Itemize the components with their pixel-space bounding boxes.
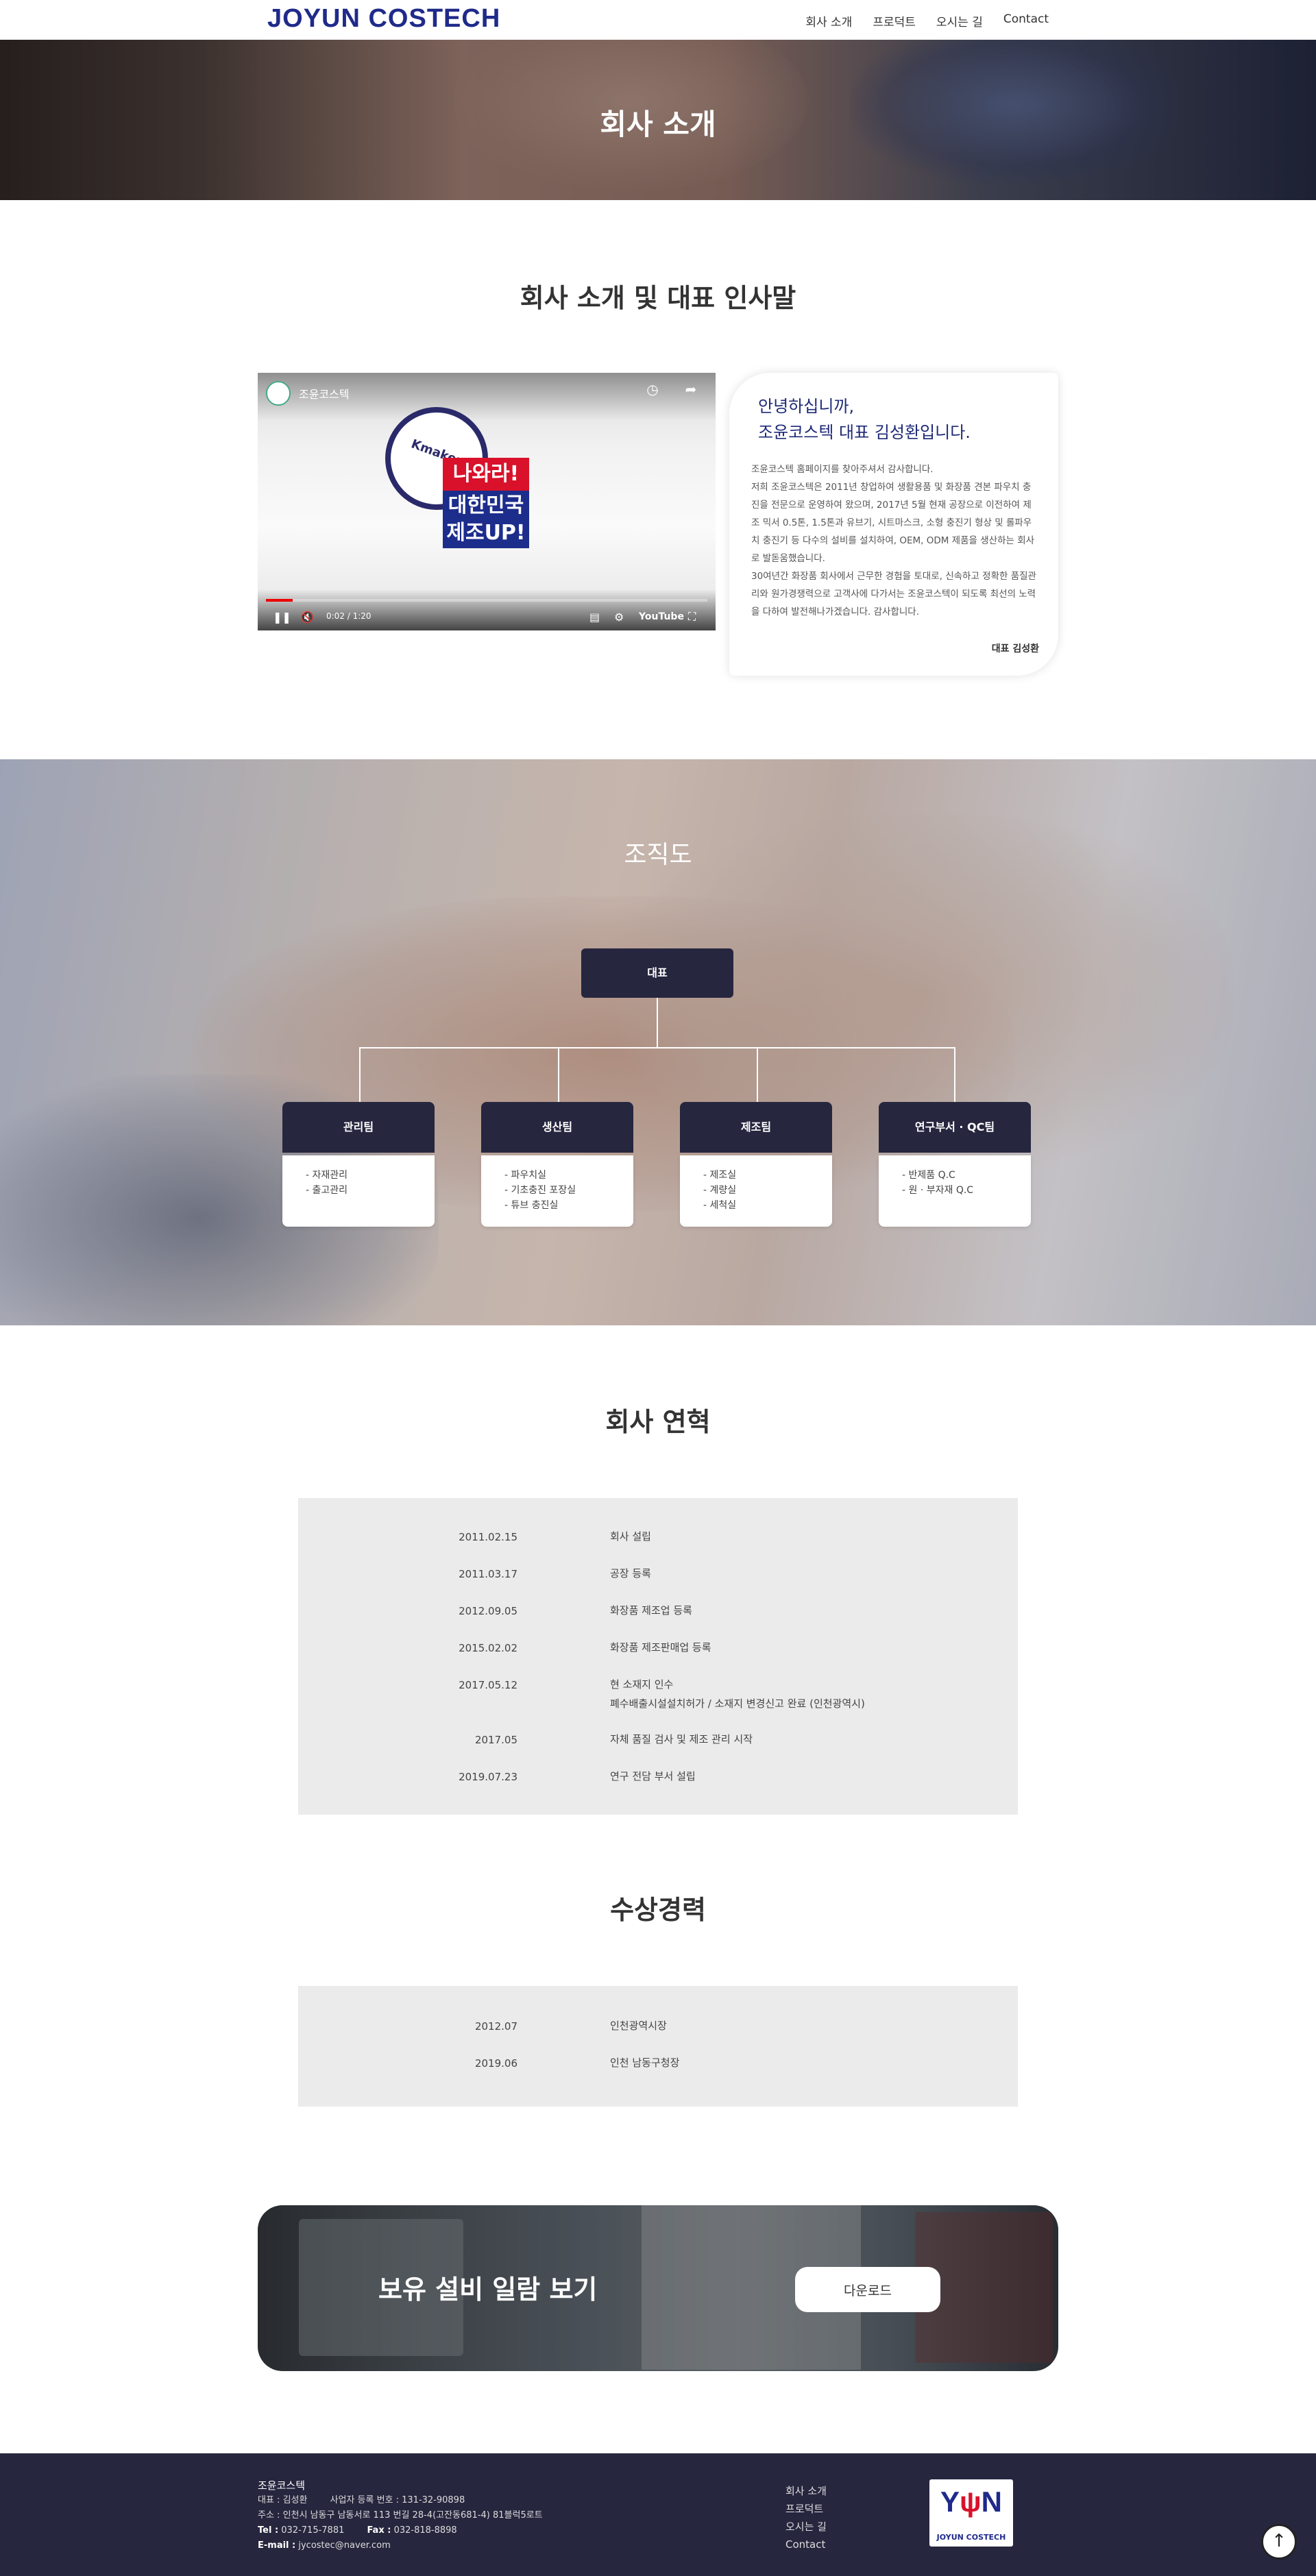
nav-about[interactable]: 회사 소개 xyxy=(805,12,852,29)
fullscreen-icon[interactable]: ⛶ xyxy=(688,610,696,624)
video-title[interactable]: 조윤코스텍 xyxy=(299,385,350,402)
video-controls xyxy=(258,589,716,630)
org-chart-section: 조직도 대표 관리팀 - 자재관리 - 출고관리 생산팀 - 파우치실 - 기초… xyxy=(0,759,1316,1325)
intro-section-title: 회사 소개 및 대표 인사말 xyxy=(520,283,796,313)
greeting-paragraph-2: 저희 조윤코스텍은 2011년 창업하여 생활용품 및 화장품 견본 파우치 충… xyxy=(751,482,1035,564)
youtube-logo[interactable]: YouTube xyxy=(639,611,684,622)
greeting-paragraph-1: 조윤코스텍 홈페이지를 찾아주셔서 감사합니다. xyxy=(751,464,934,475)
footer-nav-directions[interactable]: 오시는 길 xyxy=(785,2518,827,2536)
main-nav: 회사 소개 프로덕트 오시는 길 Contact xyxy=(805,12,1049,29)
greeting-signature: 대표 김성환 xyxy=(991,643,1039,654)
awards-panel: 2012.07 인천광역시장 2019.06 인천 남동구청장 xyxy=(298,1986,1018,2107)
video-time: 0:02 / 1:20 xyxy=(326,611,371,621)
footer-company-info: 조윤코스텍 대표 : 김성환 사업자 등록 번호 : 131-32-90898 … xyxy=(258,2478,543,2553)
video-badge-blue: 대한민국 제조UP! xyxy=(443,491,529,548)
pause-icon[interactable]: ❚❚ xyxy=(273,611,291,624)
ceo-greeting-card: 안녕하십니까, 조윤코스텍 대표 김성환입니다. 조윤코스텍 홈페이지를 찾아주… xyxy=(729,373,1058,676)
site-footer: 조윤코스텍 대표 : 김성환 사업자 등록 번호 : 131-32-90898 … xyxy=(0,2453,1316,2576)
footer-email: E-mail : jycostec@naver.com xyxy=(258,2540,391,2551)
footer-nav-products[interactable]: 프로덕트 xyxy=(785,2500,827,2518)
org-team-management: 관리팀 xyxy=(282,1102,435,1153)
org-team-research-qc-duties: - 반제품 Q.C - 원 · 부자재 Q.C xyxy=(879,1155,1031,1227)
equipment-banner: 보유 설비 일람 보기 다운로드 xyxy=(258,2205,1058,2371)
org-team-production: 생산팀 xyxy=(481,1102,633,1153)
site-header: JOYUN COSTECH 회사 소개 프로덕트 오시는 길 Contact xyxy=(0,0,1316,40)
scroll-to-top-icon[interactable]: ↑ xyxy=(1261,2524,1297,2560)
mute-icon[interactable]: 🔇 xyxy=(300,611,314,624)
site-logo[interactable]: JOYUN COSTECH xyxy=(267,4,500,34)
video-badge-red: 나와라! xyxy=(443,458,529,491)
org-team-manufacturing-duties: - 제조실 - 계량실 - 세척실 xyxy=(680,1155,832,1227)
hero-title: 회사 소개 xyxy=(600,108,716,141)
footer-nav-about[interactable]: 회사 소개 xyxy=(785,2482,827,2500)
org-team-production-duties: - 파우치실 - 기초충진 포장실 - 튜브 충진실 xyxy=(481,1155,633,1227)
org-team-research-qc: 연구부서 · QC팀 xyxy=(879,1102,1031,1153)
nav-products[interactable]: 프로덕트 xyxy=(873,12,916,29)
org-ceo-box: 대표 xyxy=(581,948,733,998)
org-team-manufacturing: 제조팀 xyxy=(680,1102,832,1153)
channel-avatar[interactable] xyxy=(266,381,291,406)
youtube-video-player[interactable]: 조윤코스텍 ◷ ➦ Kmaker 나와라! 대한민국 제조UP! ❚❚ 🔇 0:… xyxy=(258,373,716,630)
equipment-banner-title: 보유 설비 일람 보기 xyxy=(378,2274,598,2305)
org-team-management-duties: - 자재관리 - 출고관리 xyxy=(282,1155,435,1227)
org-chart-title: 조직도 xyxy=(624,841,692,869)
greeting-paragraph-3: 30여년간 화장품 회사에서 근무한 경험을 토대로, 신속하고 정확한 품질관… xyxy=(751,571,1036,617)
greeting-heading: 안녕하십니까, 조윤코스텍 대표 김성환입니다. xyxy=(758,397,971,442)
history-panel: 2011.02.15 회사 설립 2011.03.17 공장 등록 2012.0… xyxy=(298,1498,1018,1815)
nav-contact[interactable]: Contact xyxy=(1003,12,1049,29)
captions-icon[interactable]: ▤ xyxy=(589,611,600,624)
settings-icon[interactable]: ⚙ xyxy=(614,611,624,624)
footer-ceo-bizno: 대표 : 김성환 사업자 등록 번호 : 131-32-90898 xyxy=(258,2495,465,2505)
footer-logo: YψN JOYUN COSTECH xyxy=(929,2479,1013,2547)
download-button[interactable]: 다운로드 xyxy=(795,2267,940,2312)
footer-tel-fax: Tel : 032-715-7881 Fax : 032-818-8898 xyxy=(258,2525,457,2536)
nav-directions[interactable]: 오시는 길 xyxy=(936,12,983,29)
history-section-title: 회사 연혁 xyxy=(605,1407,711,1437)
hero-banner: 회사 소개 xyxy=(0,40,1316,200)
footer-address: 주소 : 인천시 남동구 남동서로 113 번길 28-4(고잔동681-4) … xyxy=(258,2510,543,2520)
video-progress-bar[interactable] xyxy=(266,599,707,602)
awards-section-title: 수상경력 xyxy=(610,1895,706,1925)
footer-company-name: 조윤코스텍 xyxy=(258,2479,306,2492)
footer-nav-contact[interactable]: Contact xyxy=(785,2536,827,2553)
footer-nav: 회사 소개 프로덕트 오시는 길 Contact xyxy=(785,2482,827,2553)
watch-later-icon[interactable]: ◷ xyxy=(639,381,666,397)
share-icon[interactable]: ➦ xyxy=(677,381,705,397)
